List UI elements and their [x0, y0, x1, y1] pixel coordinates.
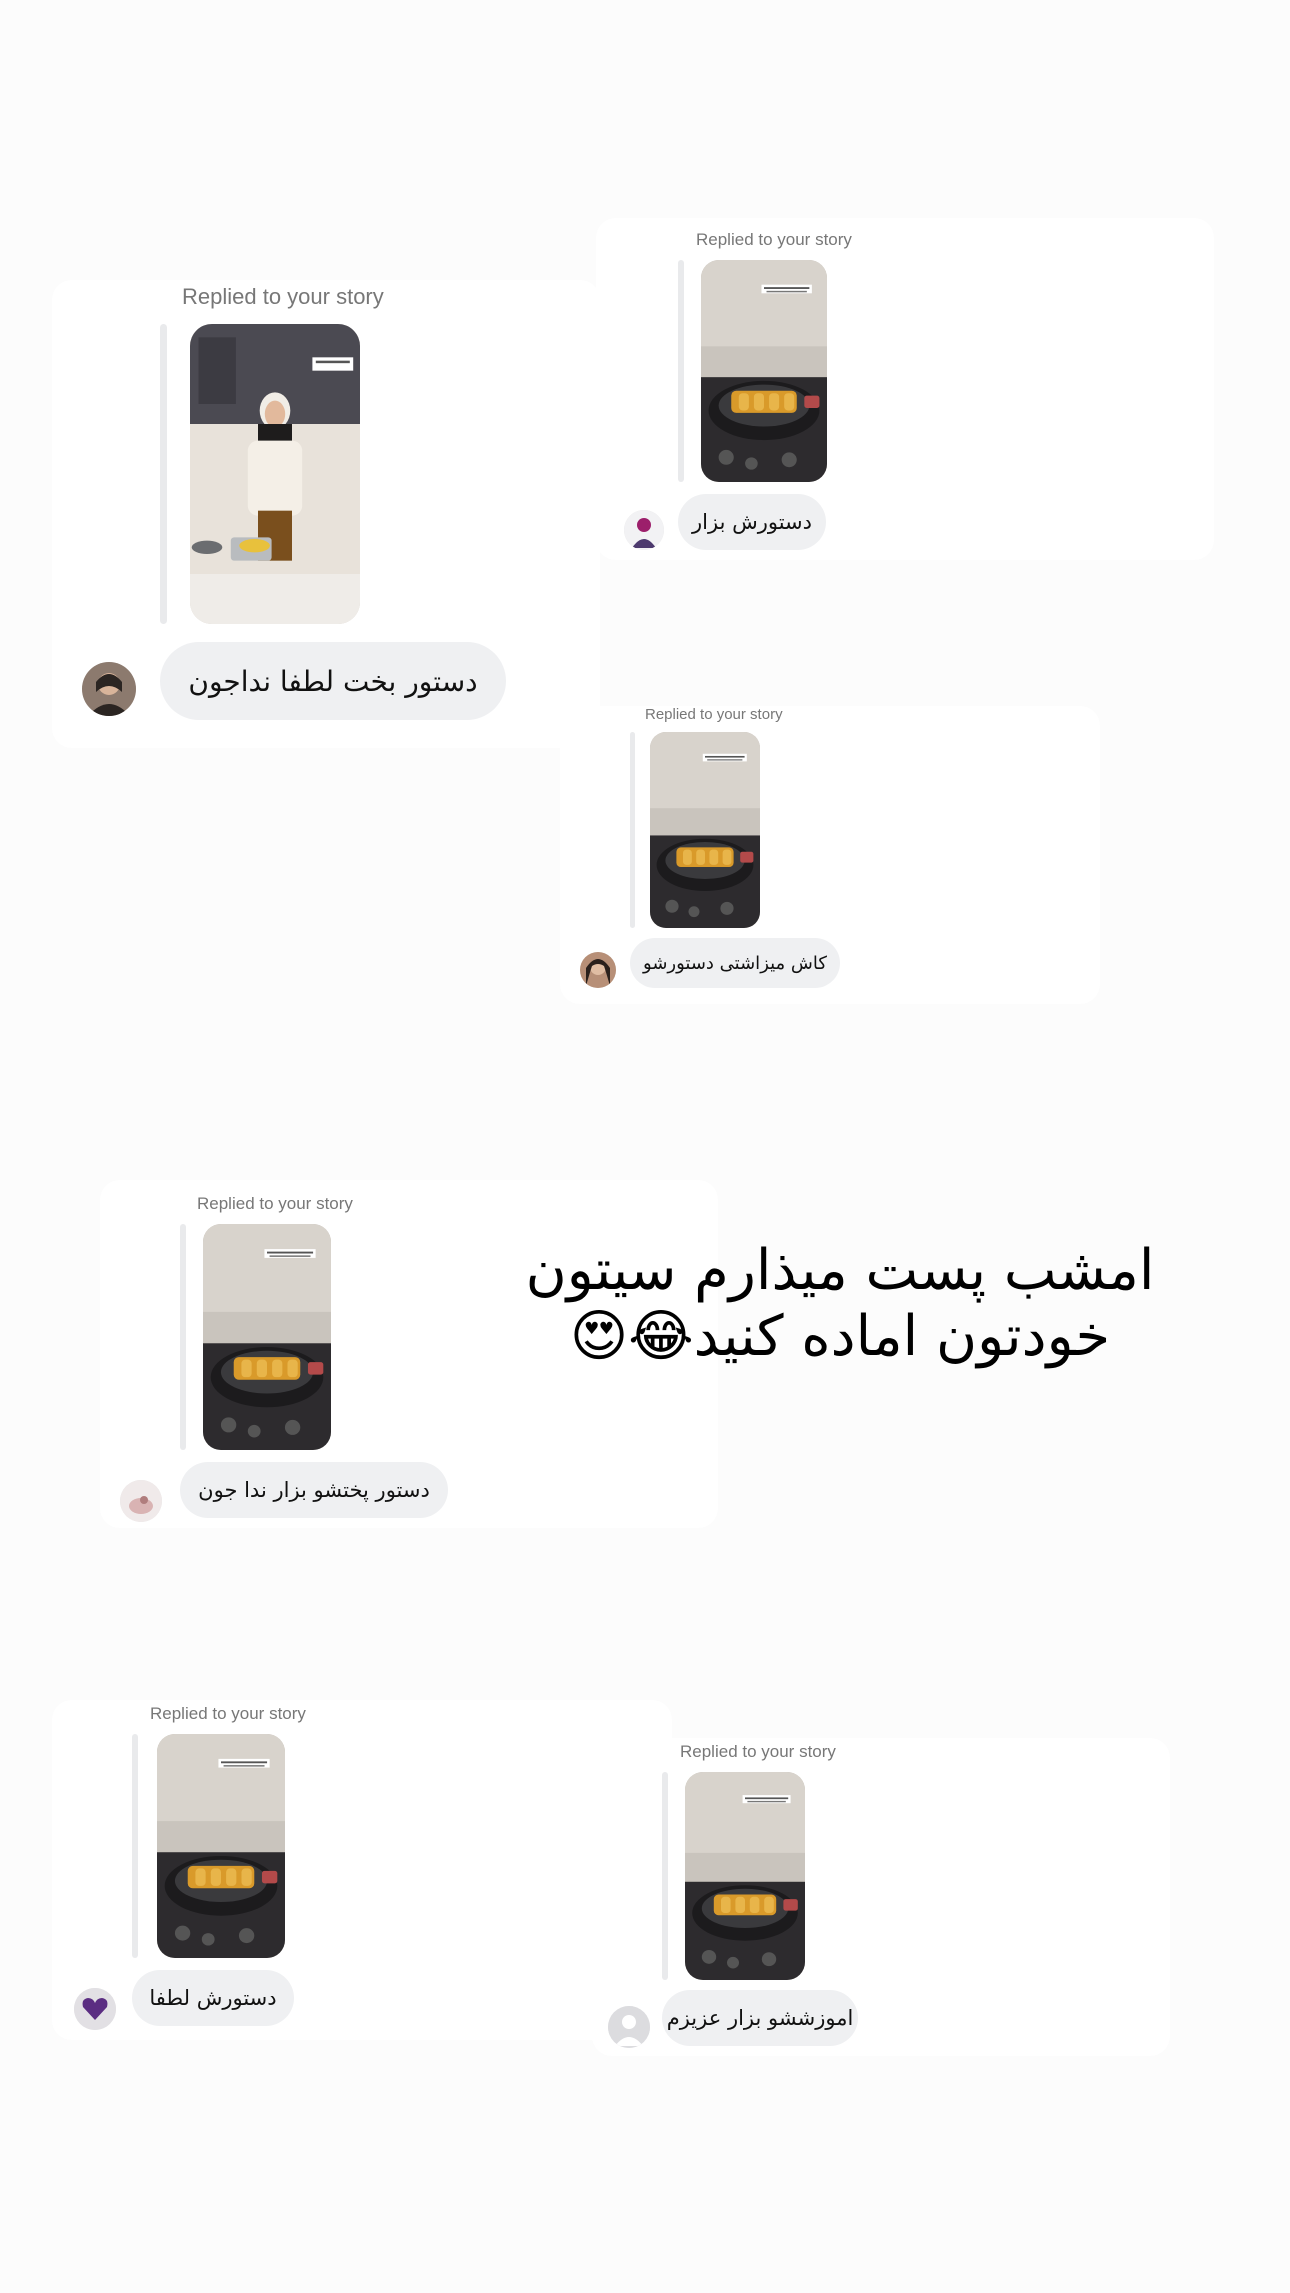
story-reply-card: Replied to your story دستورش لطفا [52, 1700, 672, 2040]
replied-label: Replied to your story [197, 1194, 353, 1213]
story-thumbnail[interactable] [157, 1734, 285, 1958]
story-reply-card: Replied to your story اموزششو بزار عزیزم [592, 1738, 1170, 2056]
story-reply-card: Replied to your story کاش میزاشتی دستورش… [560, 706, 1100, 1004]
reply-message: دستورش بزار [678, 494, 826, 550]
reply-quote-bar [160, 324, 167, 624]
user-avatar[interactable] [120, 1480, 162, 1522]
replied-label: Replied to your story [680, 1742, 836, 1761]
story-thumbnail[interactable] [701, 260, 827, 482]
reply-message: دستور پختشو بزار ندا جون [180, 1462, 448, 1518]
reply-quote-bar [132, 1734, 138, 1958]
reply-message: دستورش لطفا [132, 1970, 294, 2026]
user-avatar[interactable] [74, 1988, 116, 2030]
replied-label: Replied to your story [182, 284, 384, 309]
story-thumbnail[interactable] [203, 1224, 331, 1450]
reply-message: اموزششو بزار عزیزم [662, 1990, 858, 2046]
reply-quote-bar [180, 1224, 186, 1450]
reply-message: دستور بخت لطفا نداجون [160, 642, 506, 720]
story-thumbnail[interactable] [685, 1772, 805, 1980]
story-reply-card: Replied to your story دستورش بزار [596, 218, 1214, 560]
user-avatar[interactable] [624, 510, 664, 550]
reply-quote-bar [662, 1772, 668, 1980]
story-reply-card: Replied to your story دستور بخت لطفا ندا… [52, 280, 600, 748]
story-thumbnail[interactable] [650, 732, 760, 928]
replied-label: Replied to your story [150, 1704, 306, 1723]
user-avatar[interactable] [82, 662, 136, 716]
reply-quote-bar [678, 260, 684, 482]
reply-quote-bar [630, 732, 635, 928]
story-thumbnail[interactable] [190, 324, 360, 624]
replied-label: Replied to your story [696, 230, 852, 249]
user-avatar[interactable] [580, 952, 616, 988]
replied-label: Replied to your story [645, 706, 783, 723]
reply-message: کاش میزاشتی دستورشو [630, 938, 840, 988]
story-overlay-text: امشب پست میذارم سیتون خودتون اماده کنید😂… [525, 1238, 1155, 1369]
default-avatar-icon[interactable] [608, 2006, 650, 2048]
